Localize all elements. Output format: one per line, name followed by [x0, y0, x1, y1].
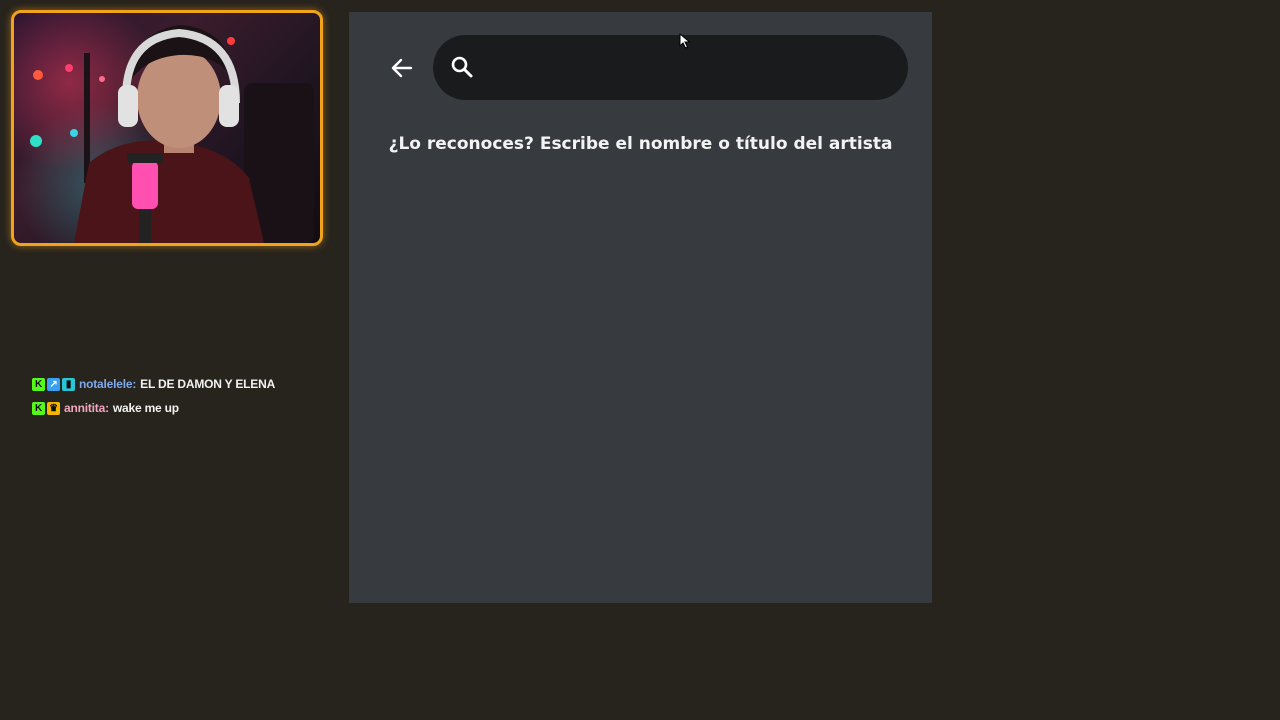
stream-screen: K ↗ ▮ notalelele: EL DE DAMON Y ELENA K … — [0, 0, 1280, 720]
chat-username: annitita: — [64, 401, 109, 415]
kick-icon: K — [32, 377, 45, 391]
chat-message: K ↗ ▮ notalelele: EL DE DAMON Y ELENA — [32, 376, 275, 392]
chat-overlay: K ↗ ▮ notalelele: EL DE DAMON Y ELENA K … — [32, 376, 275, 424]
webcam-overlay — [11, 10, 323, 246]
subscriber-icon: ▮ — [62, 377, 75, 391]
search-bar[interactable] — [433, 35, 908, 100]
back-button[interactable] — [387, 55, 417, 81]
search-icon — [451, 56, 473, 78]
search-input[interactable] — [489, 47, 893, 89]
mouse-cursor-icon — [679, 33, 691, 49]
kick-icon: K — [32, 401, 45, 415]
webcam-feed — [30, 25, 314, 243]
verified-icon: ↗ — [47, 377, 60, 391]
chat-message: K ♛ annitita: wake me up — [32, 400, 275, 416]
guess-prompt: ¿Lo reconoces? Escribe el nombre o títul… — [388, 134, 893, 154]
chat-text: wake me up — [112, 401, 179, 415]
chat-text: EL DE DAMON Y ELENA — [140, 377, 276, 391]
crown-icon: ♛ — [47, 401, 60, 415]
arrow-left-icon — [391, 58, 413, 78]
search-panel: ¿Lo reconoces? Escribe el nombre o títul… — [349, 12, 932, 603]
chat-username: notalelele: — [79, 377, 137, 391]
